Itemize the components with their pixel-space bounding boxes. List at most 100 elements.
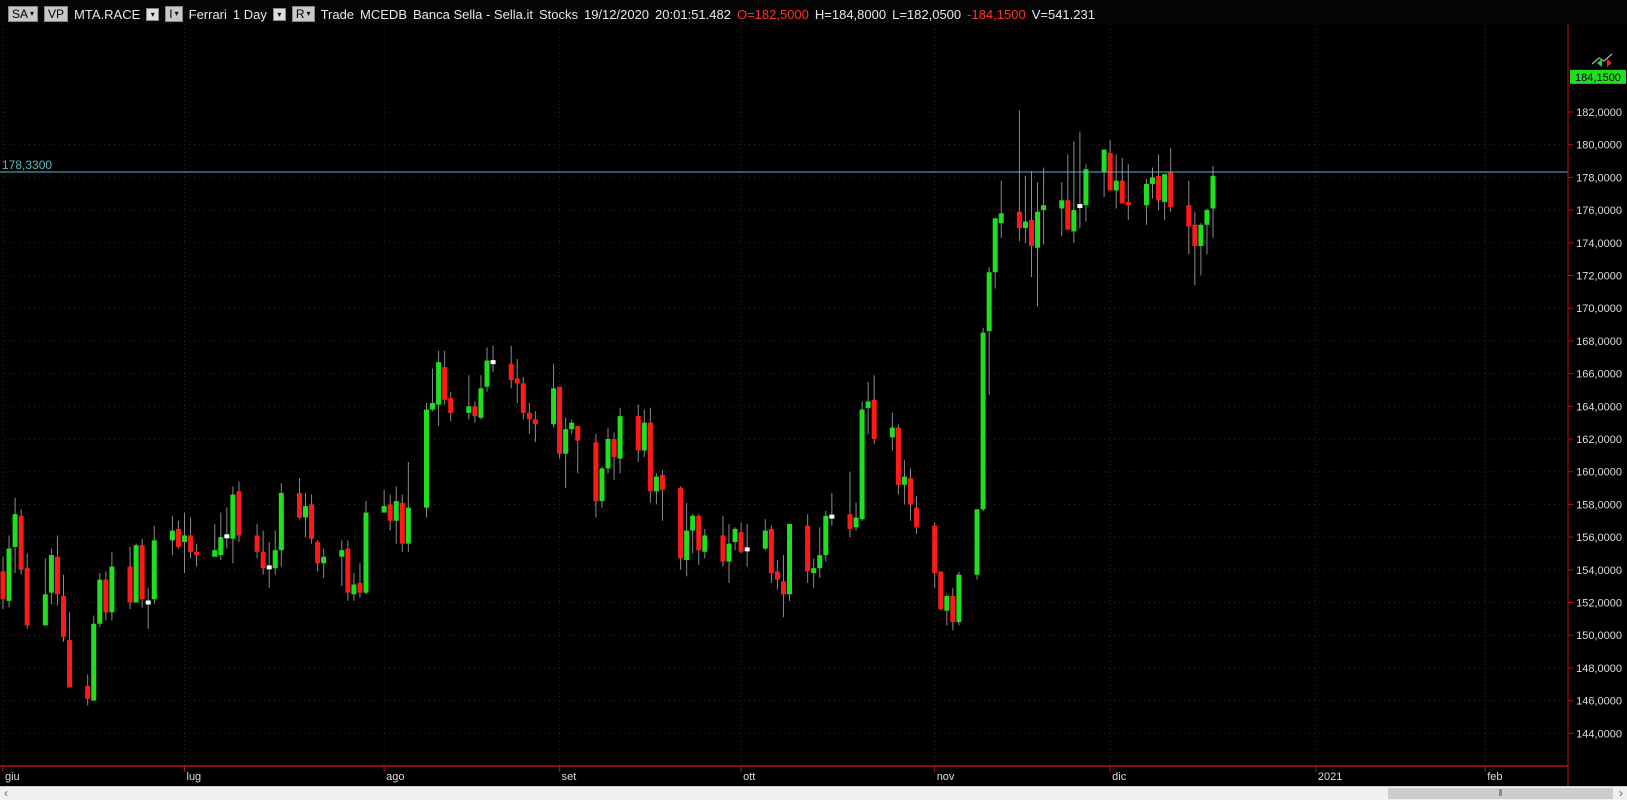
candle-body: [647, 422, 653, 492]
candle-body: [12, 514, 18, 547]
candle-body: [950, 595, 956, 623]
candle-body: [1192, 224, 1198, 247]
candle-body: [895, 427, 901, 485]
candle-body: [1077, 204, 1083, 209]
candle: [133, 543, 139, 603]
price-tick-label: 156,0000: [1576, 532, 1622, 544]
price-tick-label: 144,0000: [1576, 728, 1622, 740]
candle-body: [1156, 175, 1162, 201]
candle-body: [1016, 211, 1022, 229]
candle-body: [720, 535, 726, 562]
candle: [424, 403, 429, 518]
candle-body: [659, 474, 665, 490]
period-dropdown-icon[interactable]: ▾: [272, 7, 286, 21]
candle-body: [436, 362, 442, 405]
candle-body: [260, 551, 266, 569]
candle-body: [575, 425, 581, 441]
candle-body: [1083, 169, 1089, 206]
price-tick-label: 178,0000: [1576, 172, 1622, 184]
candle-body: [109, 566, 115, 613]
scroll-left-icon[interactable]: ‹: [4, 786, 8, 800]
chevron-down-icon: ▾: [30, 9, 35, 18]
change-value: -184,1500: [967, 6, 1026, 22]
candle-body: [54, 556, 60, 595]
symbol-dropdown-icon[interactable]: ▾: [146, 7, 160, 21]
price-tick-label: 150,0000: [1576, 630, 1622, 642]
candle-body: [520, 383, 526, 413]
candle-body: [635, 416, 641, 451]
candle-body: [169, 530, 175, 541]
candle-body: [1119, 180, 1125, 204]
price-tick-label: 154,0000: [1576, 565, 1622, 577]
candle-body: [1162, 174, 1168, 202]
candle-body: [684, 530, 690, 560]
candle-body: [599, 468, 605, 502]
horizontal-scrollbar[interactable]: ‹ ⦀ ›: [0, 786, 1627, 800]
candle-body: [236, 491, 242, 536]
candle-body: [768, 528, 774, 574]
sa-button[interactable]: SA ▾: [8, 6, 39, 22]
candle-body: [1113, 180, 1119, 191]
candle-body: [85, 685, 91, 699]
category-label: Stocks: [538, 6, 578, 22]
price-tick-label: 174,0000: [1576, 238, 1622, 250]
candle: [956, 571, 962, 626]
candle-body: [956, 574, 962, 623]
chevron-down-icon: ▾: [306, 9, 311, 18]
price-tick-label: 170,0000: [1576, 303, 1622, 315]
candle-body: [551, 388, 557, 425]
candle-body: [811, 568, 817, 574]
i-button[interactable]: I ▾: [165, 6, 183, 22]
r-button[interactable]: R ▾: [291, 6, 315, 22]
candle: [97, 573, 103, 628]
open-value: O=182,5000: [736, 6, 809, 22]
candle-body: [653, 476, 659, 492]
scrollbar-thumb[interactable]: ⦀: [1388, 788, 1613, 799]
price-tick-label: 168,0000: [1576, 336, 1622, 348]
candle-body: [42, 594, 48, 626]
candle-body: [738, 532, 744, 552]
candle-body: [944, 595, 950, 611]
candle-body: [641, 422, 647, 451]
candle-body: [853, 517, 859, 528]
instrument-name: Ferrari: [188, 6, 227, 22]
price-tick-label: 166,0000: [1576, 369, 1622, 381]
date-label: 19/12/2020: [583, 6, 650, 22]
candle-body: [871, 399, 877, 439]
candle-body: [230, 494, 236, 539]
candle-body: [188, 535, 194, 552]
time-tick-label: 2021: [1318, 771, 1342, 783]
time-tick-label: feb: [1487, 771, 1502, 783]
time-tick-label: lug: [187, 771, 202, 783]
candle-body: [726, 543, 732, 562]
candle-body: [145, 600, 151, 605]
time-tick-label: ott: [743, 771, 755, 783]
candle-body: [569, 422, 575, 430]
candle-body: [442, 367, 448, 400]
candle-body: [139, 545, 145, 600]
time-tick-label: giu: [5, 771, 20, 783]
low-value: L=182,0500: [892, 6, 962, 22]
vp-button[interactable]: VP: [44, 6, 69, 22]
candle-body: [127, 566, 133, 603]
price-tick-label: 180,0000: [1576, 140, 1622, 152]
candle-body: [980, 332, 986, 510]
candle-body: [357, 582, 363, 593]
candle-body: [405, 507, 411, 544]
candle: [938, 571, 944, 611]
candle-body: [823, 515, 829, 556]
price-tick-label: 182,0000: [1576, 107, 1622, 119]
time-tick-label: ago: [386, 771, 404, 783]
chevron-down-icon: ▾: [174, 9, 179, 18]
price-chart[interactable]: 178,3300 182,0000 180,0000 178,0000 176,000…: [0, 24, 1627, 786]
candle-body: [787, 524, 792, 595]
candle: [363, 501, 369, 595]
candle-body: [1022, 221, 1028, 229]
price-line-label: 178,3300: [2, 158, 52, 172]
candle-body: [1035, 211, 1041, 248]
time-tick-label: nov: [937, 771, 955, 783]
candle-body: [0, 571, 6, 600]
candle-body: [363, 512, 369, 593]
candle-body: [48, 555, 54, 593]
scroll-right-icon[interactable]: ›: [1619, 786, 1623, 800]
